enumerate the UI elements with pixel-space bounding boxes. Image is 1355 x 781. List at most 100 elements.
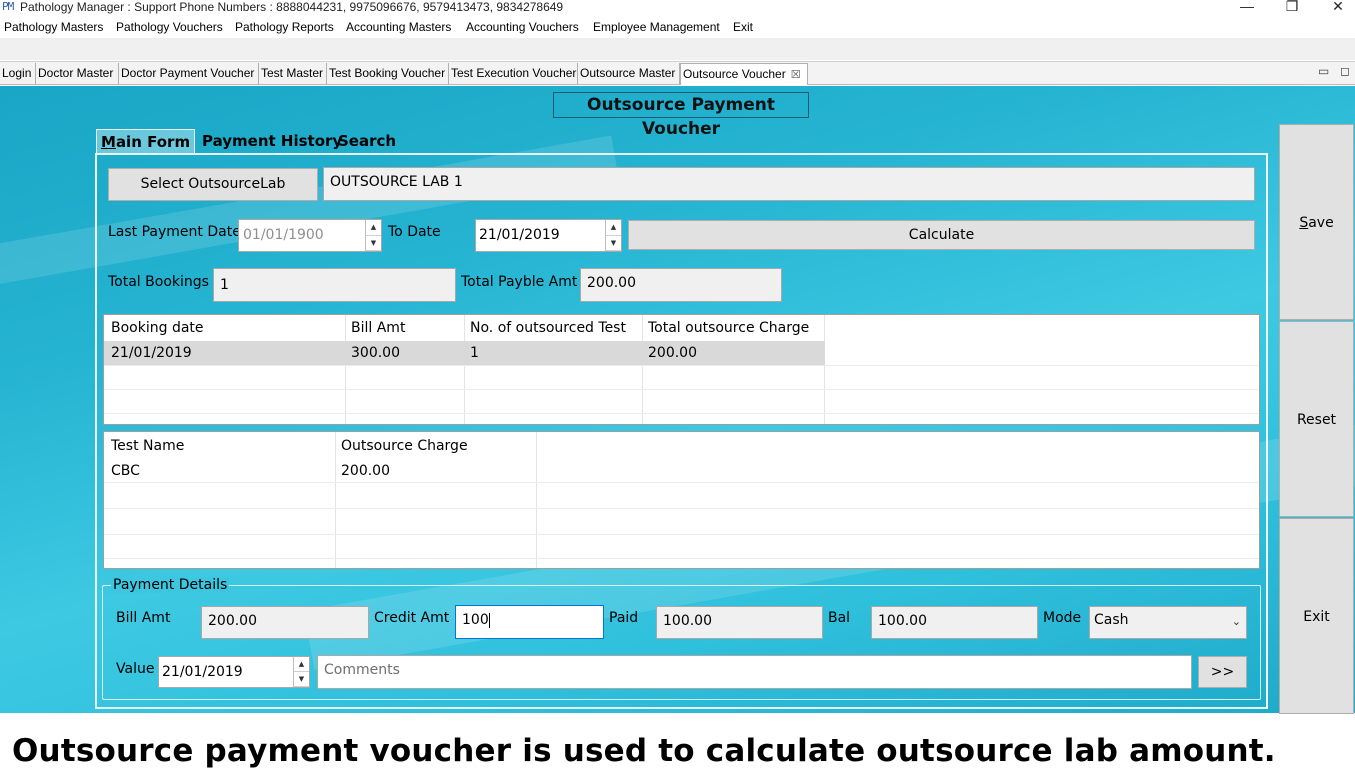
grid-row-divider xyxy=(104,508,1259,509)
tab-doctor-payment-voucher[interactable]: Doctor Payment Voucher xyxy=(119,63,259,85)
mode-select[interactable]: Cash ⌄ xyxy=(1089,606,1247,639)
value-date-picker[interactable]: 21/01/2019 ▲ ▼ xyxy=(158,656,310,688)
last-payment-date-value: 01/01/1900 xyxy=(243,227,324,243)
minimize-icon[interactable]: — xyxy=(1232,0,1262,14)
form-title: Outsource Payment Voucher xyxy=(553,92,809,139)
menu-exit[interactable]: Exit xyxy=(733,20,753,34)
grid-row-divider xyxy=(104,413,1259,414)
window-title: Pathology Manager : Support Phone Number… xyxy=(20,0,564,14)
comments-input[interactable]: Comments xyxy=(317,655,1192,689)
to-date-value: 21/01/2019 xyxy=(479,227,560,243)
spin-down-icon[interactable]: ▼ xyxy=(606,236,621,251)
tab-payment-history[interactable]: Payment History xyxy=(198,129,346,153)
reset-button[interactable]: Reset xyxy=(1279,321,1354,517)
to-date-picker[interactable]: 21/01/2019 ▲ ▼ xyxy=(475,219,622,252)
title-bar: PM Pathology Manager : Support Phone Num… xyxy=(0,0,1355,16)
spin-up-icon[interactable]: ▲ xyxy=(606,220,621,236)
tab-close-icon[interactable]: ☒ xyxy=(791,69,801,81)
tab-outsource-voucher[interactable]: Outsource Voucher ☒ xyxy=(680,63,808,85)
last-payment-date-spinner[interactable]: ▲ ▼ xyxy=(365,220,381,251)
total-bookings-label: Total Bookings xyxy=(108,274,209,290)
column-header-outsource-charge[interactable]: Outsource Charge xyxy=(335,438,468,454)
total-payable-field: 200.00 xyxy=(580,268,782,302)
bal-field: 100.00 xyxy=(871,606,1038,639)
tab-main-form-label: ain Form xyxy=(115,133,191,151)
table-cell: 200.00 xyxy=(341,463,390,479)
menu-accounting-masters[interactable]: Accounting Masters xyxy=(346,20,451,34)
bal-label: Bal xyxy=(828,610,851,626)
tab-outsource-master[interactable]: Outsource Master xyxy=(578,63,680,85)
total-bookings-field: 1 xyxy=(213,268,456,302)
table-cell: 1 xyxy=(470,345,479,361)
to-date-spinner[interactable]: ▲ ▼ xyxy=(605,220,621,251)
value-label: Value xyxy=(116,661,155,677)
restore-icon[interactable]: ❐ xyxy=(1277,0,1307,15)
tab-main-form[interactable]: Main Form xyxy=(96,129,196,153)
toolstrip xyxy=(0,38,1355,60)
menu-pathology-vouchers[interactable]: Pathology Vouchers xyxy=(116,20,223,34)
grid-column-divider xyxy=(824,315,825,424)
close-icon[interactable]: ✕ xyxy=(1323,0,1353,15)
to-date-label: To Date xyxy=(388,224,441,240)
tab-test-execution-voucher[interactable]: Test Execution Voucher xyxy=(449,63,578,85)
grid-row-divider xyxy=(104,482,1259,483)
more-button[interactable]: >> xyxy=(1198,656,1247,688)
spin-up-icon[interactable]: ▲ xyxy=(294,657,309,672)
menu-pathology-masters[interactable]: Pathology Masters xyxy=(4,20,103,34)
menu-employee-management[interactable]: Employee Management xyxy=(593,20,720,34)
credit-amt-label: Credit Amt xyxy=(374,610,450,626)
column-header-total-outsource-charge[interactable]: Total outsource Charge xyxy=(642,320,809,336)
exit-button[interactable]: Exit xyxy=(1279,518,1354,714)
last-payment-date-picker[interactable]: 01/01/1900 ▲ ▼ xyxy=(238,219,382,252)
voucher-form-area: Outsource Payment Voucher Main Form Paym… xyxy=(0,86,1355,713)
select-outsource-lab-button[interactable]: Select OutsourceLab xyxy=(108,168,318,201)
column-header-test-name[interactable]: Test Name xyxy=(105,438,184,454)
paid-field: 100.00 xyxy=(656,606,823,639)
table-cell: 200.00 xyxy=(648,345,697,361)
chevron-down-icon[interactable]: ⌄ xyxy=(1232,609,1241,635)
mode-selected-value: Cash xyxy=(1094,612,1129,628)
grid-row-divider xyxy=(104,389,1259,390)
column-header-outsourced-tests[interactable]: No. of outsourced Test xyxy=(464,320,626,336)
save-label: ave xyxy=(1308,215,1334,231)
tab-login[interactable]: Login xyxy=(0,63,36,85)
last-payment-date-label: Last Payment Date xyxy=(108,224,241,240)
menu-accounting-vouchers[interactable]: Accounting Vouchers xyxy=(466,20,579,34)
app-icon: PM xyxy=(2,0,14,13)
tab-doctor-master[interactable]: Doctor Master xyxy=(36,63,119,85)
bookings-grid[interactable]: Booking date Bill Amt No. of outsourced … xyxy=(103,314,1260,425)
paid-label: Paid xyxy=(609,610,639,626)
tab-test-master[interactable]: Test Master xyxy=(259,63,327,85)
panel-maximize-icon[interactable]: ◻ xyxy=(1340,64,1350,78)
panel-minimize-icon[interactable]: ▭ xyxy=(1318,64,1329,78)
save-button[interactable]: Save xyxy=(1279,124,1354,320)
column-header-booking-date[interactable]: Booking date xyxy=(105,320,204,336)
bill-amt-label: Bill Amt xyxy=(116,610,171,626)
tab-outsource-voucher-label: Outsource Voucher xyxy=(683,67,786,81)
spin-down-icon[interactable]: ▼ xyxy=(294,672,309,687)
exit-label: Exit xyxy=(1303,609,1330,625)
credit-amt-input[interactable]: 100 xyxy=(455,605,604,639)
reset-label: Reset xyxy=(1296,412,1337,428)
column-header-bill-amt[interactable]: Bill Amt xyxy=(345,320,405,336)
menu-pathology-reports[interactable]: Pathology Reports xyxy=(235,20,334,34)
table-cell: 300.00 xyxy=(351,345,400,361)
credit-amt-value: 100 xyxy=(462,612,489,628)
tab-test-booking-voucher[interactable]: Test Booking Voucher xyxy=(327,63,449,85)
table-cell: CBC xyxy=(111,463,140,479)
payment-details-title: Payment Details xyxy=(111,577,230,593)
tab-search[interactable]: Search xyxy=(334,129,400,153)
comments-placeholder: Comments xyxy=(324,662,400,678)
spin-up-icon[interactable]: ▲ xyxy=(366,220,381,236)
grid-column-divider xyxy=(536,432,537,568)
grid-row-divider xyxy=(104,365,1259,366)
caption-text: Outsource payment voucher is used to cal… xyxy=(12,733,1276,769)
value-date-spinner[interactable]: ▲ ▼ xyxy=(293,657,309,687)
tests-grid[interactable]: Test Name Outsource Charge CBC 200.00 xyxy=(103,431,1260,569)
value-date: 21/01/2019 xyxy=(162,664,243,680)
calculate-button[interactable]: Calculate xyxy=(628,220,1255,250)
bill-amt-field: 200.00 xyxy=(201,606,369,639)
spin-down-icon[interactable]: ▼ xyxy=(366,236,381,251)
text-cursor xyxy=(488,612,490,628)
grid-row-divider xyxy=(104,558,1259,559)
